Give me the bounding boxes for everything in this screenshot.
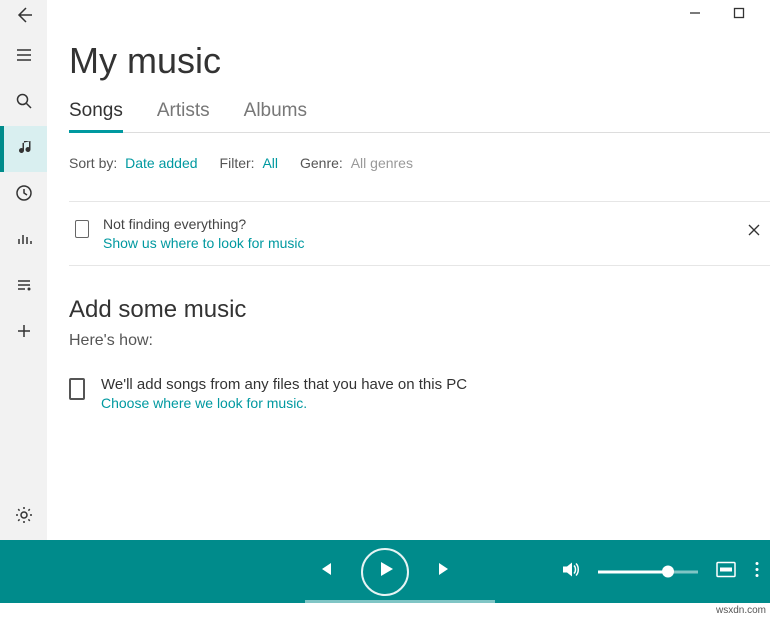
filter-label: Filter: bbox=[220, 155, 255, 171]
sidebar-add-playlist[interactable] bbox=[0, 310, 47, 356]
hamburger-icon bbox=[15, 46, 33, 69]
play-button[interactable] bbox=[361, 548, 409, 596]
sidebar-settings[interactable] bbox=[0, 494, 47, 540]
show-us-where-link[interactable]: Show us where to look for music bbox=[103, 235, 305, 251]
tab-artists[interactable]: Artists bbox=[157, 100, 210, 132]
play-icon bbox=[375, 559, 395, 584]
sidebar-recent[interactable] bbox=[0, 172, 47, 218]
device-icon bbox=[75, 220, 89, 238]
volume-button[interactable] bbox=[560, 559, 580, 584]
sidebar-my-music[interactable] bbox=[0, 126, 47, 172]
add-music-title: Add some music bbox=[69, 296, 770, 324]
sort-by-label: Sort by: bbox=[69, 155, 117, 171]
clock-icon bbox=[15, 184, 33, 207]
playlist-icon bbox=[15, 276, 33, 299]
now-playing-view-icon bbox=[716, 564, 736, 581]
tabs-bar: Songs Artists Albums bbox=[69, 100, 770, 133]
progress-bar[interactable] bbox=[305, 600, 495, 603]
next-icon bbox=[435, 566, 455, 583]
watermark: wsxdn.com bbox=[716, 605, 766, 616]
not-finding-notice: Not finding everything? Show us where to… bbox=[69, 201, 770, 266]
more-icon bbox=[754, 565, 760, 582]
sidebar-search-button[interactable] bbox=[0, 80, 47, 126]
choose-where-link[interactable]: Choose where we look for music. bbox=[101, 395, 467, 411]
sidebar-playlists[interactable] bbox=[0, 264, 47, 310]
pc-icon bbox=[69, 378, 85, 400]
genre-value[interactable]: All genres bbox=[351, 155, 413, 171]
back-arrow-icon bbox=[15, 6, 33, 29]
sidebar bbox=[0, 0, 47, 540]
sort-by-value[interactable]: Date added bbox=[125, 155, 197, 171]
volume-fill bbox=[598, 570, 668, 573]
notice-close-button[interactable] bbox=[746, 224, 762, 240]
notice-text: Not finding everything? bbox=[103, 216, 305, 232]
volume-thumb[interactable] bbox=[662, 566, 674, 578]
main-content: My music Songs Artists Albums Sort by: D… bbox=[47, 0, 770, 540]
add-music-subtitle: Here's how: bbox=[69, 332, 770, 350]
speaker-icon bbox=[560, 566, 580, 583]
sidebar-now-playing[interactable] bbox=[0, 218, 47, 264]
sidebar-hamburger-button[interactable] bbox=[0, 34, 47, 80]
equalizer-icon bbox=[15, 230, 33, 253]
filter-bar: Sort by: Date added Filter: All Genre: A… bbox=[69, 155, 770, 171]
filter-value[interactable]: All bbox=[262, 155, 278, 171]
add-music-text: We'll add songs from any files that you … bbox=[101, 376, 467, 393]
music-note-icon bbox=[17, 138, 35, 161]
volume-slider[interactable] bbox=[598, 570, 698, 573]
close-icon bbox=[748, 223, 760, 241]
next-track-button[interactable] bbox=[435, 559, 455, 584]
now-playing-view-button[interactable] bbox=[716, 561, 736, 582]
page-title: My music bbox=[69, 40, 770, 82]
search-icon bbox=[15, 92, 33, 115]
add-music-section: Add some music Here's how: We'll add son… bbox=[69, 296, 770, 411]
tab-songs[interactable]: Songs bbox=[69, 100, 123, 133]
previous-track-button[interactable] bbox=[315, 559, 335, 584]
sidebar-back-button[interactable] bbox=[0, 0, 47, 34]
gear-icon bbox=[15, 506, 33, 529]
previous-icon bbox=[315, 566, 335, 583]
tab-albums[interactable]: Albums bbox=[244, 100, 307, 132]
plus-icon bbox=[15, 322, 33, 345]
player-bar bbox=[0, 540, 770, 603]
more-button[interactable] bbox=[754, 560, 760, 583]
genre-label: Genre: bbox=[300, 155, 343, 171]
